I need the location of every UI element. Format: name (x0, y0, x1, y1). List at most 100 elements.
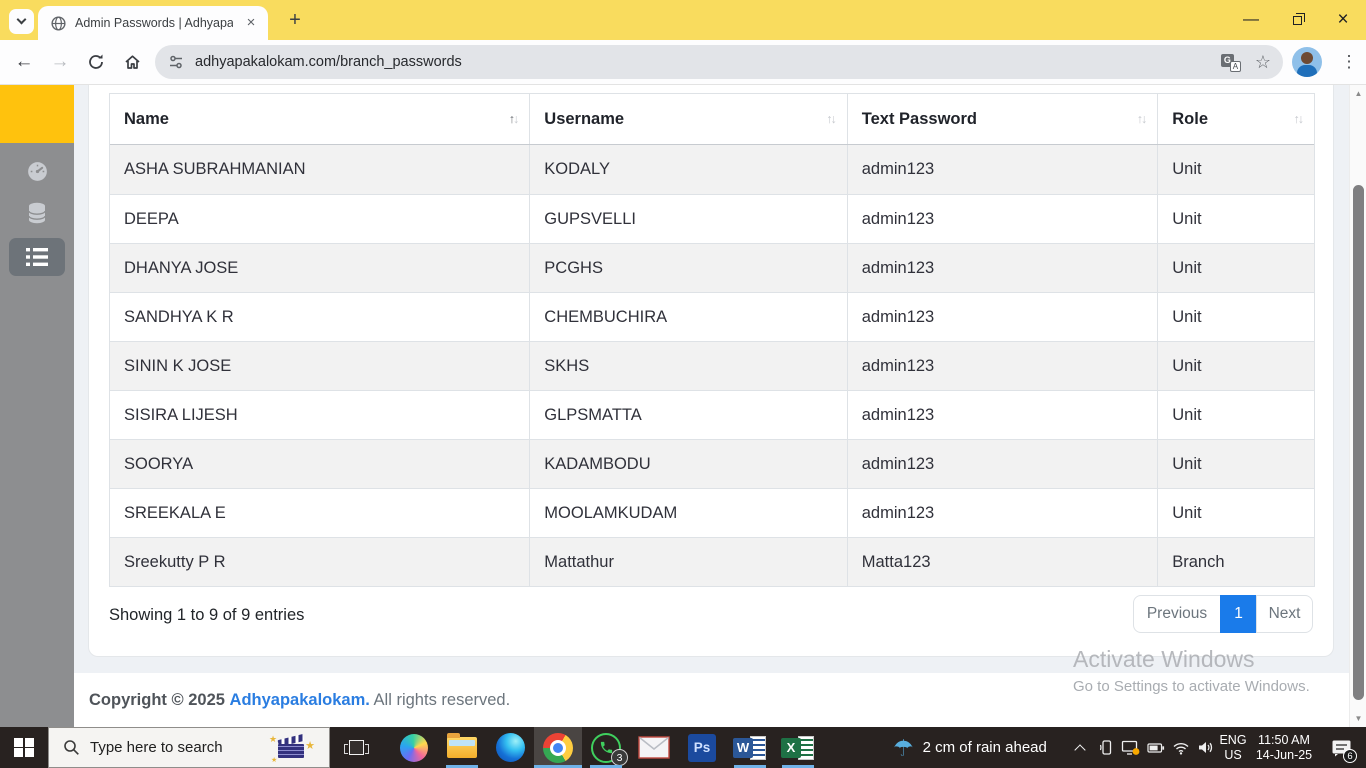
table-cell: Unit (1157, 391, 1314, 439)
tray-battery-button[interactable] (1144, 727, 1168, 768)
column-header-text-password[interactable]: Text Password ↑↓ (846, 94, 1157, 144)
forward-button[interactable]: → (42, 44, 78, 80)
restore-icon (1292, 12, 1305, 25)
window-minimize-button[interactable]: — (1228, 0, 1274, 40)
table-cell: SKHS (529, 342, 846, 390)
scroll-up-arrow-icon[interactable]: ▲ (1350, 89, 1366, 98)
brand-link[interactable]: Adhyapakalokam. (230, 691, 370, 709)
column-label: Name (124, 109, 169, 128)
browser-tab[interactable]: Admin Passwords | Adhyapakalo × (38, 6, 268, 40)
back-button[interactable]: ← (6, 44, 42, 80)
pagination-previous-button[interactable]: Previous (1133, 595, 1221, 633)
column-header-username[interactable]: Username ↑↓ (529, 94, 846, 144)
notification-badge: 6 (1343, 749, 1357, 763)
search-icon (64, 740, 79, 755)
table-cell: KADAMBODU (529, 440, 846, 488)
translate-icon[interactable]: G A (1220, 52, 1241, 72)
sidebar-item-database[interactable] (9, 195, 65, 233)
screen: Admin Passwords | Adhyapakalo × + — × ← … (0, 0, 1366, 768)
table-cell: admin123 (846, 489, 1157, 537)
tab-search-button[interactable] (9, 9, 34, 34)
bookmark-star-icon[interactable]: ☆ (1255, 52, 1271, 73)
column-header-role[interactable]: Role ↑↓ (1157, 94, 1314, 144)
address-bar[interactable]: adhyapakalokam.com/branch_passwords G A … (155, 45, 1283, 79)
sidebar-brand[interactable] (0, 85, 74, 143)
table-row: SREEKALA E MOOLAMKUDAM admin123 Unit (110, 488, 1314, 537)
column-label: Role (1172, 109, 1208, 128)
search-placeholder-text: Type here to search (90, 739, 223, 756)
table-cell: admin123 (846, 342, 1157, 390)
browser-titlebar: Admin Passwords | Adhyapakalo × + — × (0, 0, 1366, 40)
window-restore-button[interactable] (1274, 0, 1320, 40)
vertical-scrollbar[interactable]: ▲ ▼ (1349, 85, 1366, 727)
taskbar-edge-button[interactable] (486, 727, 534, 768)
table-row: Sreekutty P R Mattathur Matta123 Branch (110, 537, 1314, 586)
taskbar-photoshop-button[interactable]: Ps (678, 727, 726, 768)
tray-display-alert-button[interactable] (1118, 727, 1142, 768)
scroll-down-arrow-icon[interactable]: ▼ (1350, 714, 1366, 723)
column-header-name[interactable]: Name ↑↓ (110, 94, 529, 144)
list-menu-icon (26, 248, 48, 266)
pagination-page-1-button[interactable]: 1 (1220, 595, 1257, 633)
table-cell: Branch (1157, 538, 1314, 586)
tray-wifi-button[interactable] (1169, 727, 1193, 768)
tray-volume-button[interactable] (1193, 727, 1217, 768)
table-cell: admin123 (846, 391, 1157, 439)
window-close-button[interactable]: × (1320, 0, 1366, 40)
table-cell: DHANYA JOSE (124, 258, 239, 277)
new-tab-button[interactable]: + (282, 8, 308, 34)
weather-widget[interactable]: ☂ 2 cm of rain ahead (893, 727, 1065, 768)
pagination-next-button[interactable]: Next (1256, 595, 1313, 633)
passwords-table: Name ↑↓ Username ↑↓ Text Password ↑↓ Role ↑↓ AS… (109, 93, 1315, 587)
copilot-icon (400, 733, 428, 762)
sidebar (0, 85, 74, 727)
table-cell: admin123 (846, 293, 1157, 341)
clock-date: 14-Jun-25 (1255, 747, 1313, 762)
table-cell: SISIRA LIJESH (124, 405, 238, 424)
home-button[interactable] (114, 44, 150, 80)
table-row: SISIRA LIJESH GLPSMATTA admin123 Unit (110, 390, 1314, 439)
table-cell: GLPSMATTA (529, 391, 846, 439)
tab-close-icon[interactable]: × (242, 14, 260, 32)
search-highlight-clapperboard-icon[interactable]: ★ ★ ★ (269, 733, 315, 764)
sidebar-item-dashboard[interactable] (9, 152, 65, 190)
table-cell: Unit (1157, 145, 1314, 194)
sidebar-item-password-list[interactable] (9, 238, 65, 276)
reload-button[interactable] (78, 44, 114, 80)
taskbar-copilot-button[interactable] (390, 727, 438, 768)
task-view-button[interactable] (334, 727, 378, 768)
wifi-icon (1173, 742, 1189, 755)
table-row: SININ K JOSE SKHS admin123 Unit (110, 341, 1314, 390)
start-button[interactable] (0, 727, 48, 768)
action-center-button[interactable]: 6 (1320, 727, 1362, 768)
entries-info: Showing 1 to 9 of 9 entries (109, 606, 305, 624)
taskbar-whatsapp-button[interactable]: 3 (582, 727, 630, 768)
taskbar-clock[interactable]: 11:50 AM 14-Jun-25 (1252, 727, 1316, 768)
browser-menu-kebab-icon[interactable]: ⋮ (1336, 44, 1362, 80)
site-settings-icon[interactable] (167, 53, 185, 71)
taskbar-excel-button[interactable]: X (774, 727, 822, 768)
taskbar-search-box[interactable]: Type here to search ★ ★ ★ (48, 727, 330, 768)
table-cell: ASHA SUBRAHMANIAN (124, 160, 306, 178)
whatsapp-badge: 3 (611, 749, 628, 766)
profile-avatar[interactable] (1292, 47, 1322, 77)
taskbar-chrome-button[interactable] (534, 727, 582, 768)
battery-icon (1147, 742, 1165, 753)
table-row: SOORYA KADAMBODU admin123 Unit (110, 439, 1314, 488)
tray-phone-link-button[interactable] (1094, 727, 1118, 768)
tray-expand-button[interactable] (1068, 727, 1092, 768)
taskbar-mail-button[interactable] (630, 727, 678, 768)
dashboard-gauge-icon (27, 161, 47, 181)
pagination: Previous 1 Next (1133, 595, 1313, 633)
chrome-icon (543, 732, 573, 763)
language-indicator[interactable]: ENG US (1216, 727, 1250, 768)
file-explorer-icon (447, 733, 477, 758)
table-cell: Unit (1157, 342, 1314, 390)
chevron-down-icon (16, 14, 27, 25)
weather-text: 2 cm of rain ahead (922, 739, 1047, 756)
sort-icon: ↑↓ (1293, 112, 1305, 126)
scrollbar-thumb[interactable] (1353, 185, 1364, 700)
taskbar-file-explorer-button[interactable] (438, 727, 486, 768)
table-cell: Sreekutty P R (124, 552, 226, 571)
taskbar-word-button[interactable]: W (726, 727, 774, 768)
